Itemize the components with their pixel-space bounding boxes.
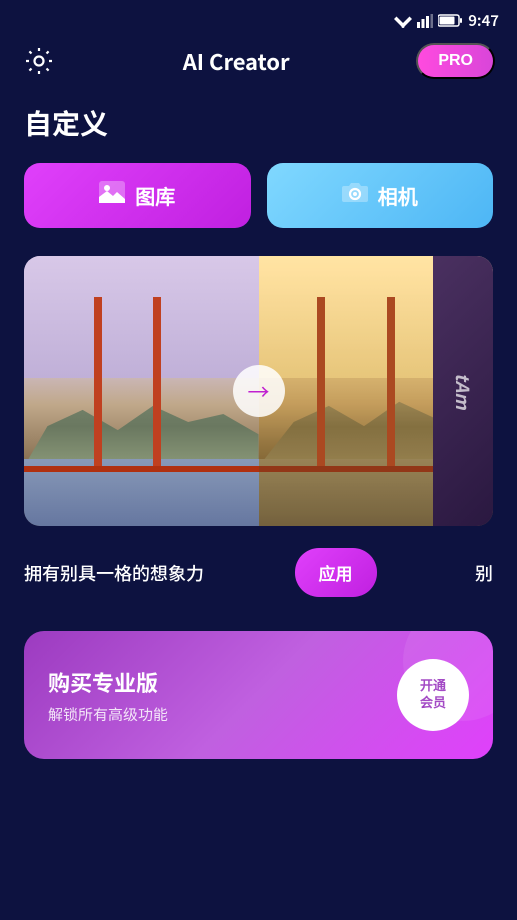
arrow-icon: →	[247, 375, 269, 407]
pro-card-title: 购买专业版	[48, 666, 397, 698]
action-buttons-row: 图库 相机	[0, 163, 517, 228]
pro-card-subtitle: 解锁所有高级功能	[48, 704, 397, 725]
signal-icon	[417, 14, 433, 28]
activate-line1: 开通	[420, 678, 446, 695]
caption-text: 拥有别具一格的想象力	[24, 560, 204, 586]
camera-icon	[342, 181, 368, 210]
app-header: AI Creator PRO	[0, 35, 517, 95]
caption-row: 拥有别具一格的想象力 应用 别	[0, 530, 517, 615]
activate-membership-button[interactable]: 开通 会员	[397, 659, 469, 731]
gallery-label: 图库	[135, 181, 175, 210]
settings-button[interactable]	[22, 44, 56, 78]
original-image	[24, 256, 259, 526]
image-icon	[99, 181, 125, 210]
gear-icon	[24, 46, 54, 76]
image-showcase: → tAm	[24, 256, 493, 526]
watermark-text: tAm	[450, 373, 476, 409]
pro-card: 购买专业版 解锁所有高级功能 开通 会员	[24, 631, 493, 759]
caption-overflow: 别	[475, 560, 493, 586]
app-title: AI Creator	[183, 45, 290, 77]
status-time: 9:47	[468, 10, 499, 31]
watermark-area: tAm	[433, 256, 493, 526]
gallery-button[interactable]: 图库	[24, 163, 251, 228]
camera-button[interactable]: 相机	[267, 163, 494, 228]
status-icons	[394, 14, 462, 28]
activate-line2: 会员	[420, 695, 446, 712]
apply-button[interactable]: 应用	[295, 548, 377, 597]
pro-card-content: 购买专业版 解锁所有高级功能	[48, 666, 397, 725]
camera-label: 相机	[378, 181, 418, 210]
section-title: 自定义	[0, 95, 517, 163]
compare-arrow[interactable]: →	[233, 365, 285, 417]
wifi-icon	[394, 14, 412, 28]
status-bar: 9:47	[0, 0, 517, 35]
pro-badge-button[interactable]: PRO	[416, 43, 495, 79]
battery-icon	[438, 14, 462, 27]
